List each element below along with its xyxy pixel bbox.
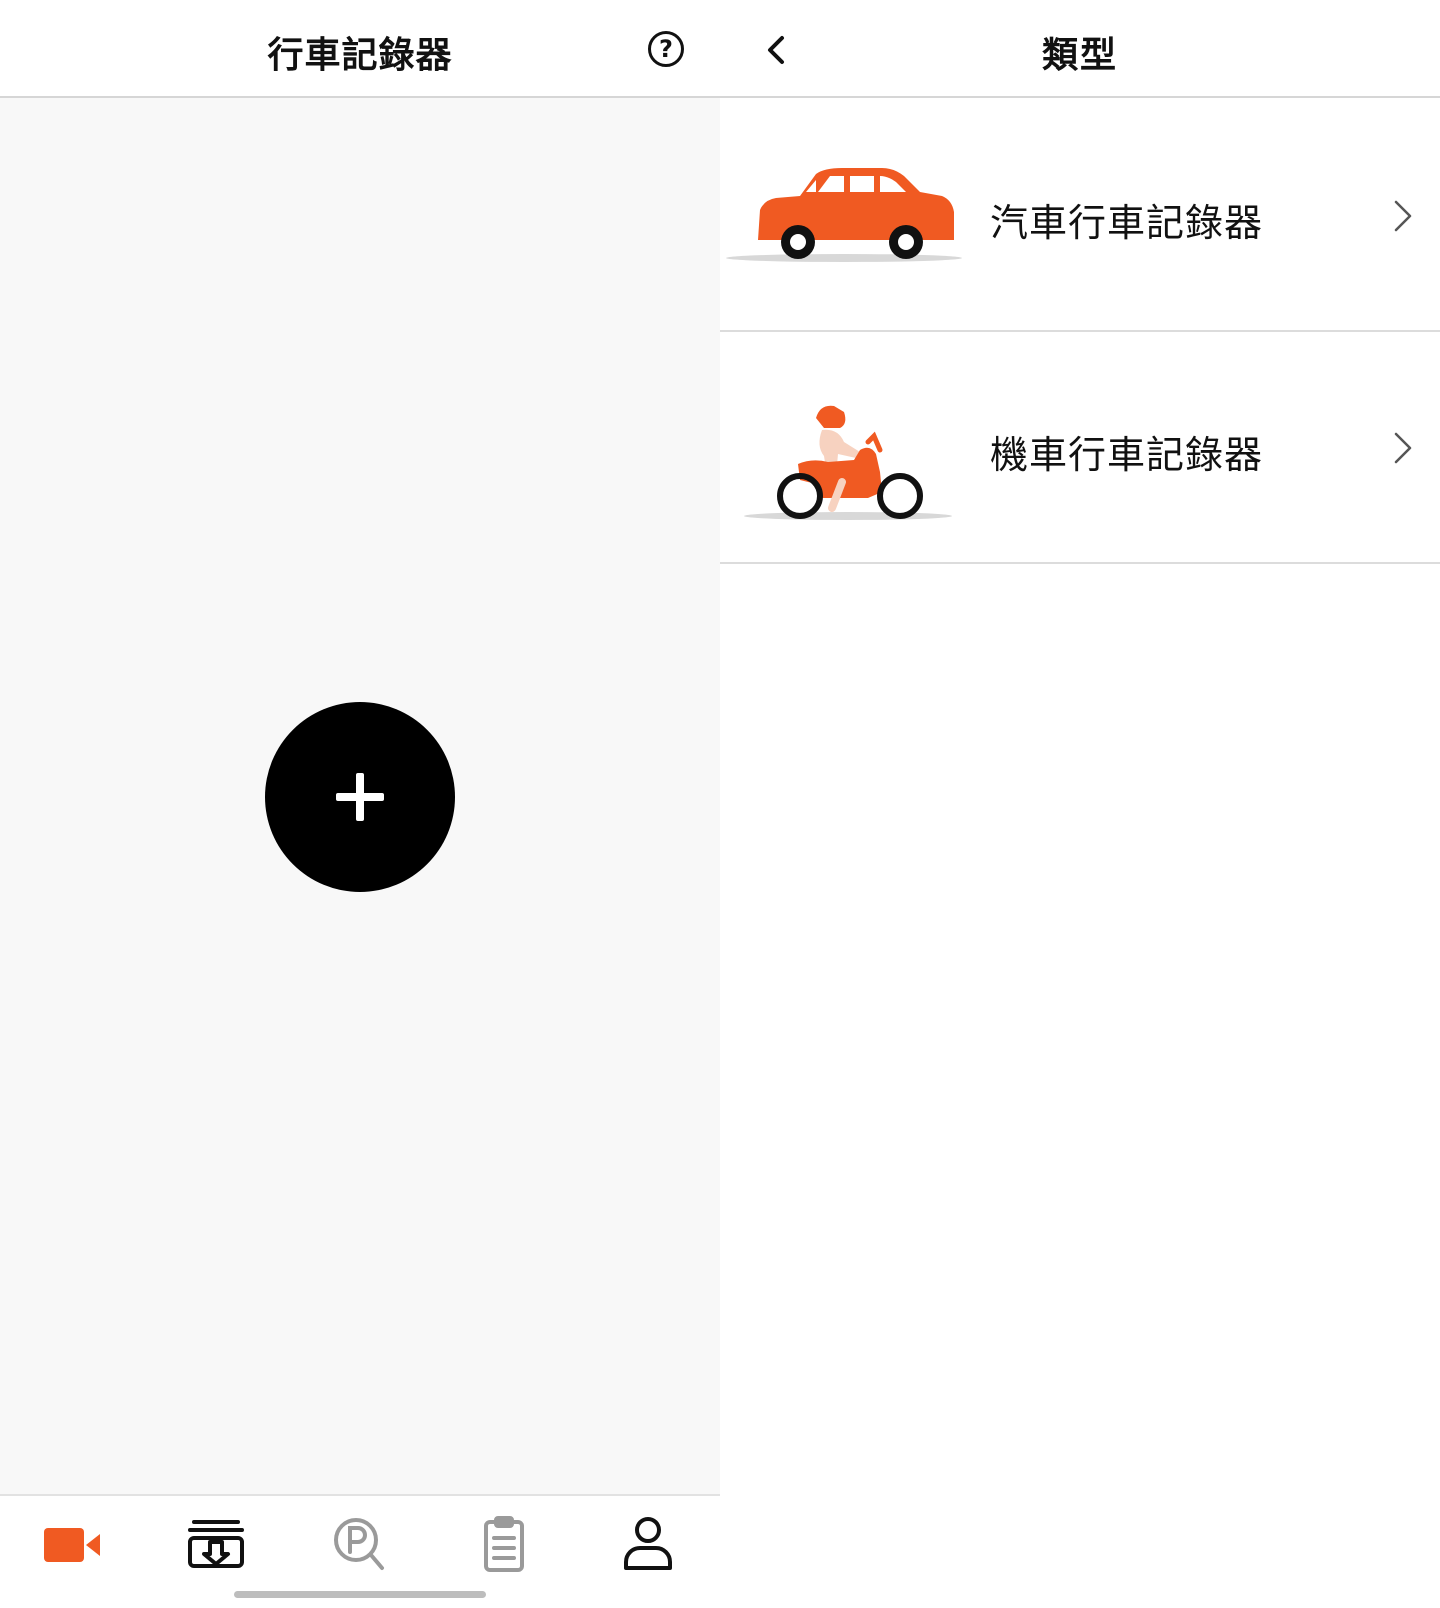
top-bar: 類型: [720, 0, 1440, 98]
chevron-right-icon: [1394, 200, 1412, 232]
help-icon[interactable]: ?: [648, 31, 684, 67]
type-select-screen: 類型 汽車行車記錄器 機車行車記錄器: [720, 0, 1440, 1608]
clipboard-icon[interactable]: [468, 1514, 540, 1574]
page-title: 類型: [1041, 35, 1118, 76]
download-box-icon[interactable]: [180, 1514, 252, 1574]
car-icon: [726, 168, 962, 262]
user-icon[interactable]: [612, 1514, 684, 1574]
add-device-button[interactable]: [265, 702, 455, 892]
option-label: 汽車行車記錄器: [990, 201, 1264, 245]
motorcycle-icon: [744, 405, 952, 520]
video-camera-icon[interactable]: [36, 1514, 108, 1574]
page-title: 行車記錄器: [267, 35, 453, 76]
top-bar: 行車記錄器 ?: [0, 0, 720, 98]
home-indicator: [234, 1591, 486, 1598]
dashcam-home-screen: 行車記錄器 ?: [0, 0, 720, 1608]
chevron-right-icon: [1394, 432, 1412, 464]
option-label: 機車行車記錄器: [990, 433, 1264, 477]
option-motorcycle-dashcam[interactable]: 機車行車記錄器: [720, 332, 1440, 564]
parking-search-icon[interactable]: [324, 1514, 396, 1574]
option-car-dashcam[interactable]: 汽車行車記錄器: [720, 100, 1440, 332]
